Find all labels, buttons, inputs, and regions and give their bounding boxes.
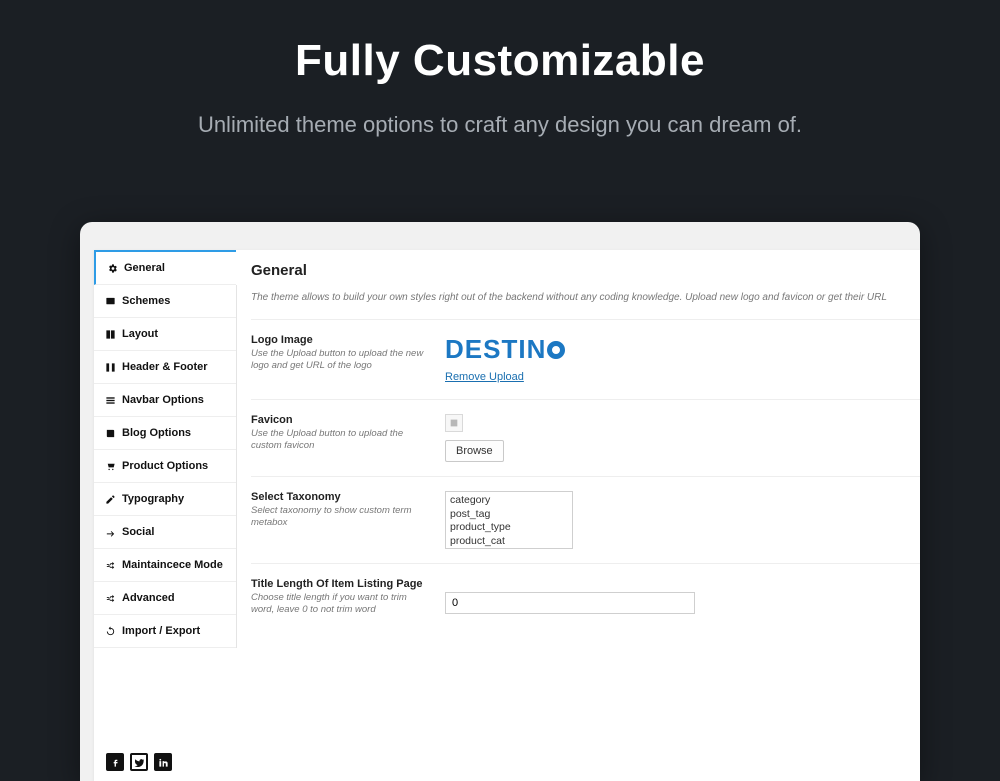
field-title: Title Length Of Item Listing Page xyxy=(251,578,431,590)
sidebar-item-product[interactable]: Product Options xyxy=(94,450,236,483)
gear-icon xyxy=(106,262,118,274)
sidebar-item-general[interactable]: General xyxy=(94,250,236,285)
sidebar-item-label: Import / Export xyxy=(122,625,200,637)
cart-icon xyxy=(104,460,116,472)
refresh-icon xyxy=(104,625,116,637)
select-option[interactable]: product_cat xyxy=(446,535,572,549)
title-length-input[interactable] xyxy=(445,592,695,614)
app-window: General Schemes Layout Header & Footer N… xyxy=(80,222,920,781)
share-icon xyxy=(104,526,116,538)
field-hint: Use the Upload button to upload the cust… xyxy=(251,428,431,453)
sidebar-item-label: Header & Footer xyxy=(122,361,208,373)
favicon-preview xyxy=(445,414,463,432)
bars-icon xyxy=(104,394,116,406)
sidebar: General Schemes Layout Header & Footer N… xyxy=(94,250,237,648)
twitter-icon[interactable] xyxy=(130,753,148,771)
select-option[interactable]: post_tag xyxy=(446,508,572,522)
sidebar-item-label: Blog Options xyxy=(122,427,191,439)
sidebar-item-blog[interactable]: Blog Options xyxy=(94,417,236,450)
header-icon xyxy=(104,361,116,373)
sidebar-item-header-footer[interactable]: Header & Footer xyxy=(94,351,236,384)
sidebar-item-label: Navbar Options xyxy=(122,394,204,406)
select-option[interactable]: product_type xyxy=(446,521,572,535)
browse-button[interactable]: Browse xyxy=(445,440,504,462)
taxonomy-select[interactable]: category post_tag product_type product_c… xyxy=(445,491,573,549)
field-hint: Use the Upload button to upload the new … xyxy=(251,348,431,373)
field-logo: Logo Image Use the Upload button to uplo… xyxy=(251,320,920,400)
sidebar-item-label: Maintaincece Mode xyxy=(122,559,223,571)
sidebar-item-label: Schemes xyxy=(122,295,170,307)
shuffle-icon xyxy=(104,592,116,604)
edit-icon xyxy=(104,493,116,505)
facebook-icon[interactable] xyxy=(106,753,124,771)
settings-panel: General Schemes Layout Header & Footer N… xyxy=(94,250,920,781)
sidebar-item-import-export[interactable]: Import / Export xyxy=(94,615,236,648)
logo-preview: DESTIN xyxy=(445,334,920,365)
content-area: General The theme allows to build your o… xyxy=(237,250,920,631)
remove-upload-link[interactable]: Remove Upload xyxy=(445,371,524,383)
sidebar-item-maintenance[interactable]: Maintaincece Mode xyxy=(94,549,236,582)
field-taxonomy: Select Taxonomy Select taxonomy to show … xyxy=(251,477,920,564)
palette-icon xyxy=(104,295,116,307)
layout-icon xyxy=(104,328,116,340)
social-footer xyxy=(106,753,172,771)
sidebar-item-schemes[interactable]: Schemes xyxy=(94,285,236,318)
sidebar-item-navbar[interactable]: Navbar Options xyxy=(94,384,236,417)
hero-title: Fully Customizable xyxy=(0,0,1000,86)
field-favicon: Favicon Use the Upload button to upload … xyxy=(251,400,920,477)
sidebar-item-label: Advanced xyxy=(122,592,175,604)
page-title: General xyxy=(251,250,920,287)
field-title-length: Title Length Of Item Listing Page Choose… xyxy=(251,564,920,631)
sidebar-item-label: General xyxy=(124,262,165,274)
field-hint: Select taxonomy to show custom term meta… xyxy=(251,505,431,530)
sidebar-item-label: Social xyxy=(122,526,154,538)
select-option[interactable]: category xyxy=(446,494,572,508)
field-title: Favicon xyxy=(251,414,431,426)
page-description: The theme allows to build your own style… xyxy=(251,287,920,320)
field-title: Logo Image xyxy=(251,334,431,346)
sidebar-item-label: Typography xyxy=(122,493,184,505)
sidebar-item-typography[interactable]: Typography xyxy=(94,483,236,516)
book-icon xyxy=(104,427,116,439)
shuffle-icon xyxy=(104,559,116,571)
sidebar-item-advanced[interactable]: Advanced xyxy=(94,582,236,615)
field-title: Select Taxonomy xyxy=(251,491,431,503)
sidebar-item-label: Product Options xyxy=(122,460,208,472)
sidebar-item-label: Layout xyxy=(122,328,158,340)
linkedin-icon[interactable] xyxy=(154,753,172,771)
sidebar-item-social[interactable]: Social xyxy=(94,516,236,549)
hero-subtitle: Unlimited theme options to craft any des… xyxy=(0,112,1000,138)
field-hint: Choose title length if you want to trim … xyxy=(251,592,431,617)
sidebar-item-layout[interactable]: Layout xyxy=(94,318,236,351)
